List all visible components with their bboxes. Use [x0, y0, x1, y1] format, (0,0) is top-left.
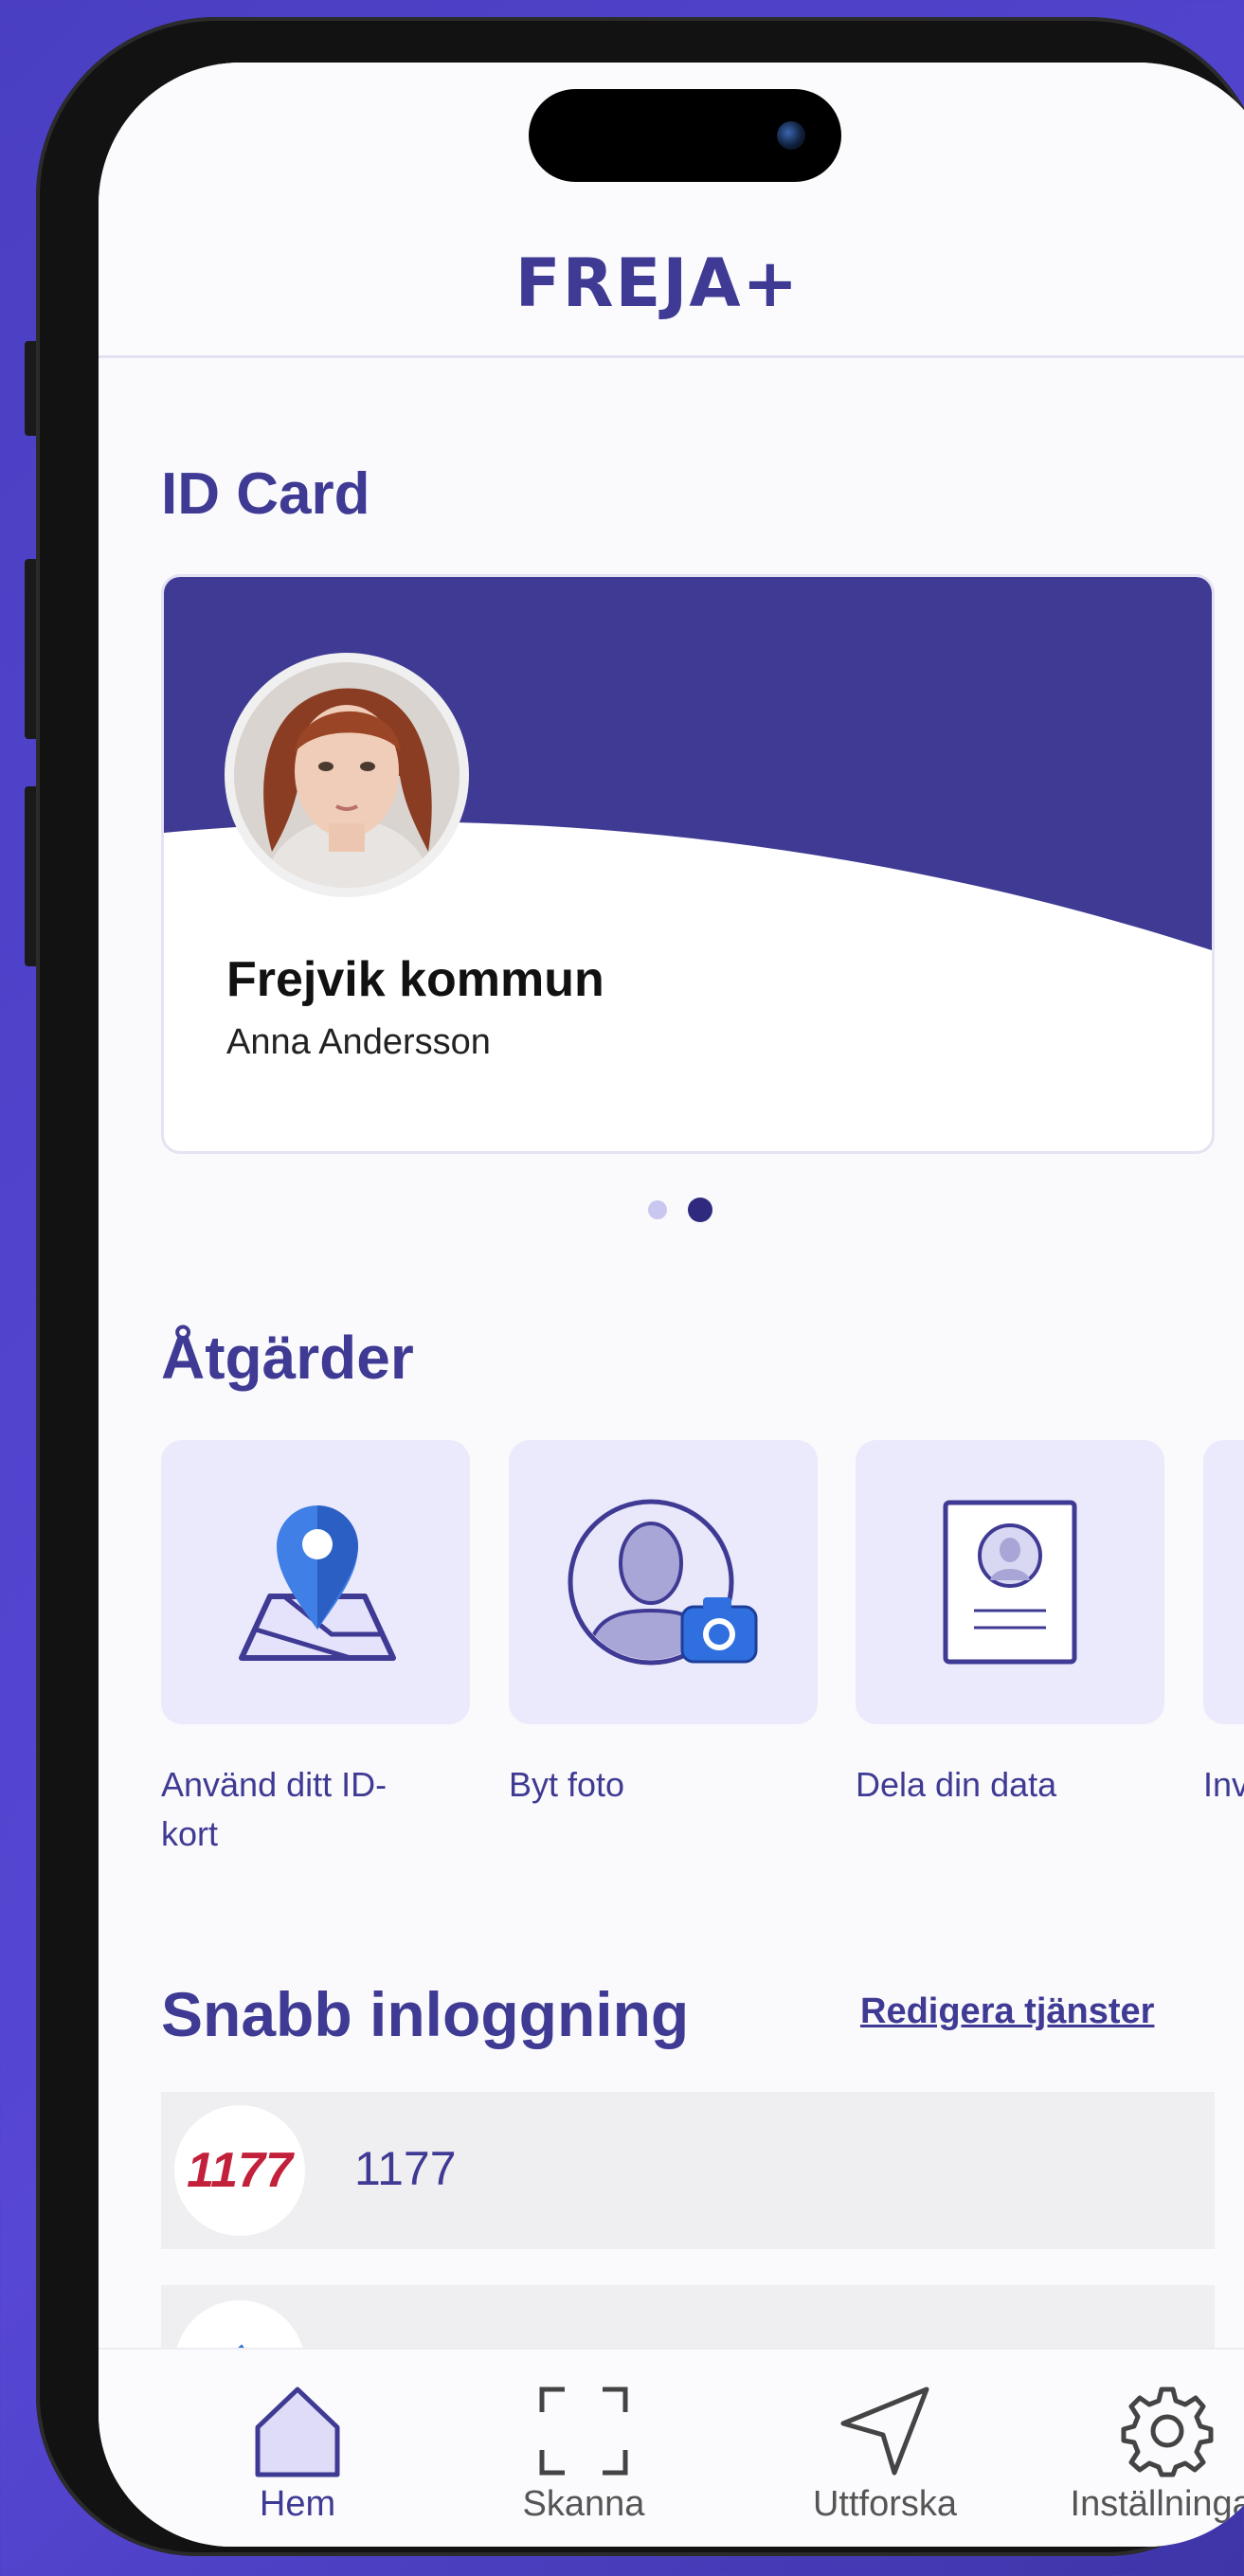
action-label-change-photo[interactable]: Byt foto: [509, 1760, 624, 1810]
gear-icon: [1121, 2387, 1214, 2477]
tab-label-installningar: Inställningar: [1070, 2484, 1244, 2524]
action-label-use-id[interactable]: Använd ditt ID-kort: [161, 1760, 387, 1859]
tab-uttforska[interactable]: Uttforska: [743, 2350, 1027, 2547]
action-tile-share-data[interactable]: [856, 1440, 1164, 1724]
app-header: FREJA+: [99, 63, 1244, 358]
tab-hem[interactable]: Hem: [155, 2350, 440, 2547]
card-pager[interactable]: [648, 1198, 712, 1222]
card-organization: Frejvik kommun: [226, 952, 604, 1007]
id-card[interactable]: Frejvik kommun Anna Andersson: [161, 574, 1215, 1154]
pager-dot[interactable]: [648, 1200, 667, 1219]
service-row-1177[interactable]: 1177 1177: [161, 2092, 1215, 2249]
action-tile-use-id[interactable]: [161, 1440, 470, 1724]
quick-login-title: Snabb inloggning: [161, 1979, 690, 2049]
phone-screen: FREJA+ ID Card Frejvik kommun Anna Ander…: [99, 63, 1244, 2547]
change-photo-icon: [568, 1499, 758, 1666]
home-icon: [255, 2387, 340, 2477]
app-logo: FREJA+: [514, 244, 801, 322]
camera-icon: [777, 121, 805, 150]
tab-label-skanna: Skanna: [522, 2484, 645, 2524]
card-holder-name: Anna Andersson: [226, 1022, 491, 1062]
id-document-icon: [943, 1500, 1077, 1665]
phone-frame: FREJA+ ID Card Frejvik kommun Anna Ander…: [36, 17, 1244, 2556]
tab-skanna[interactable]: Skanna: [442, 2350, 726, 2547]
avatar: [225, 653, 469, 897]
tab-label-uttforska: Uttforska: [812, 2484, 958, 2524]
actions-title: Åtgärder: [161, 1324, 414, 1392]
dynamic-island: [529, 89, 841, 182]
tab-label-hem: Hem: [259, 2484, 336, 2524]
scan-icon: [539, 2387, 628, 2476]
id-card-title: ID Card: [161, 461, 370, 527]
tab-installningar[interactable]: Inställningar: [1025, 2350, 1244, 2547]
action-label-invite[interactable]: Invit: [1203, 1760, 1244, 1810]
tab-bar: Hem Skanna Uttforska Inställningar: [99, 2348, 1244, 2547]
edit-services-link[interactable]: Redigera tjänster: [860, 1991, 1154, 2032]
service-logo-1177: 1177: [174, 2105, 305, 2236]
portrait-photo: [234, 662, 460, 888]
map-pin-icon: [239, 1505, 396, 1661]
action-tile-change-photo[interactable]: [509, 1440, 818, 1724]
pager-dot-active[interactable]: [688, 1198, 712, 1222]
navigation-arrow-icon: [840, 2387, 929, 2476]
action-tile-invite[interactable]: [1203, 1440, 1244, 1724]
action-label-share-data[interactable]: Dela din data: [856, 1760, 1056, 1810]
service-name: 1177: [354, 2142, 457, 2195]
